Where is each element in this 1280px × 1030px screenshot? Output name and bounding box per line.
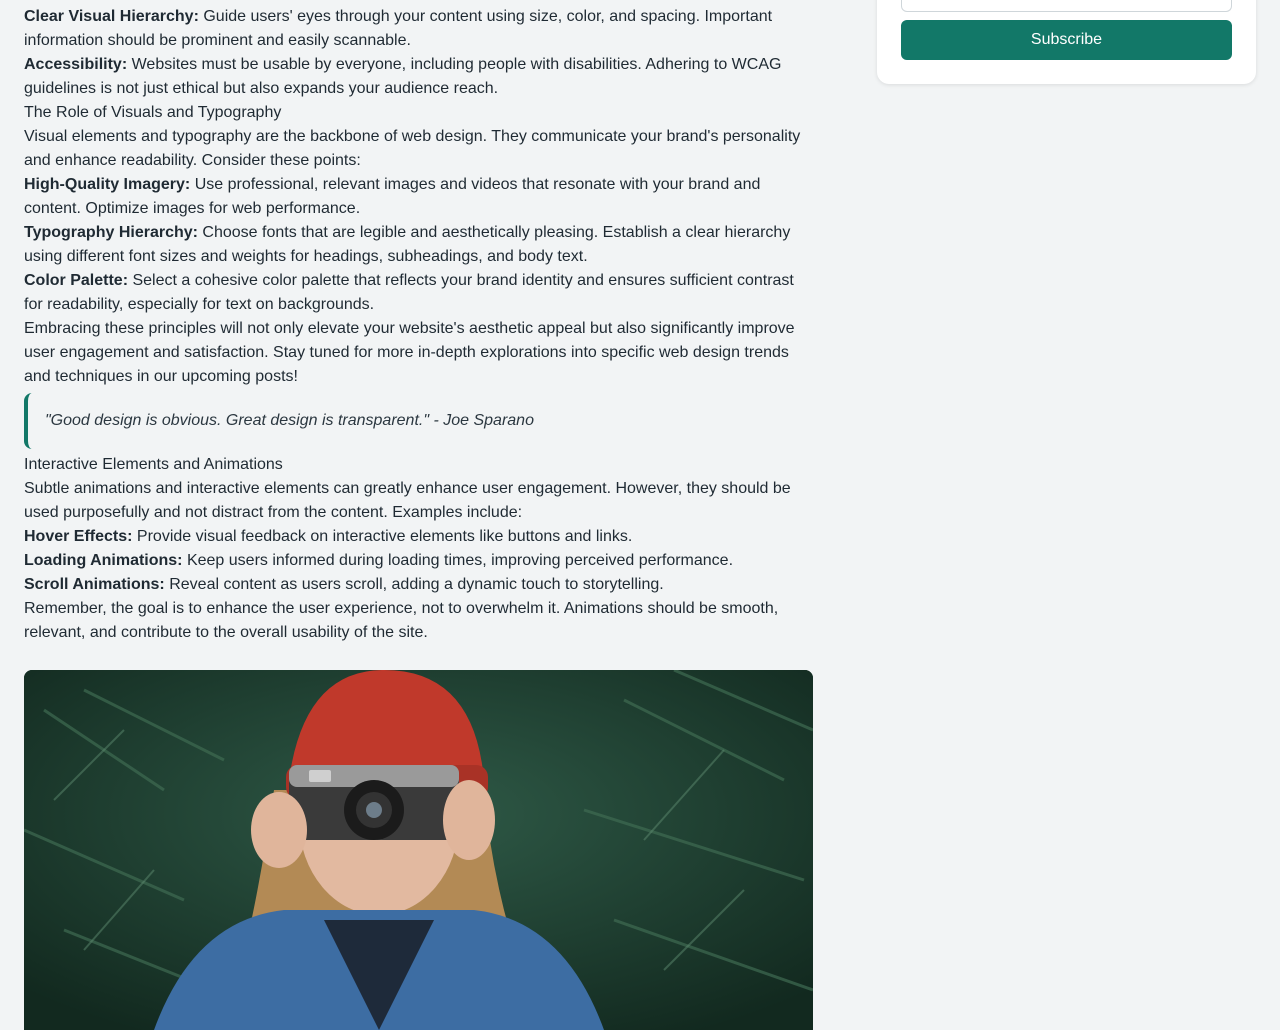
- paragraph: Subtle animations and interactive elemen…: [24, 480, 791, 521]
- paragraph: Remember, the goal is to enhance the use…: [24, 600, 779, 641]
- list-item: Accessibility: Websites must be usable b…: [24, 56, 782, 97]
- list-item: Color Palette: Select a cohesive color p…: [24, 272, 794, 313]
- list-item: Clear Visual Hierarchy: Guide users' eye…: [24, 8, 773, 49]
- list-item: Hover Effects: Provide visual feedback o…: [24, 528, 633, 545]
- newsletter-card: Subscribe: [877, 0, 1256, 84]
- list-item: High-Quality Imagery: Use professional, …: [24, 176, 761, 217]
- list-item: Scroll Animations: Reveal content as use…: [24, 576, 664, 593]
- woman-with-camera-photo-icon: [24, 670, 813, 1030]
- article-photo: [24, 670, 813, 1030]
- blockquote: "Good design is obvious. Great design is…: [24, 393, 814, 449]
- section-heading-visuals: The Role of Visuals and Typography: [24, 104, 282, 121]
- article-body: Clear Visual Hierarchy: Guide users' eye…: [24, 5, 814, 645]
- subscribe-button[interactable]: Subscribe: [901, 20, 1232, 60]
- quote-text: "Good design is obvious. Great design is…: [45, 412, 534, 429]
- paragraph: Embracing these principles will not only…: [24, 320, 795, 385]
- section-heading-interactive: Interactive Elements and Animations: [24, 456, 283, 473]
- list-item: Loading Animations: Keep users informed …: [24, 552, 734, 569]
- list-item: Typography Hierarchy: Choose fonts that …: [24, 224, 791, 265]
- email-field[interactable]: [901, 0, 1232, 12]
- paragraph: Visual elements and typography are the b…: [24, 128, 801, 169]
